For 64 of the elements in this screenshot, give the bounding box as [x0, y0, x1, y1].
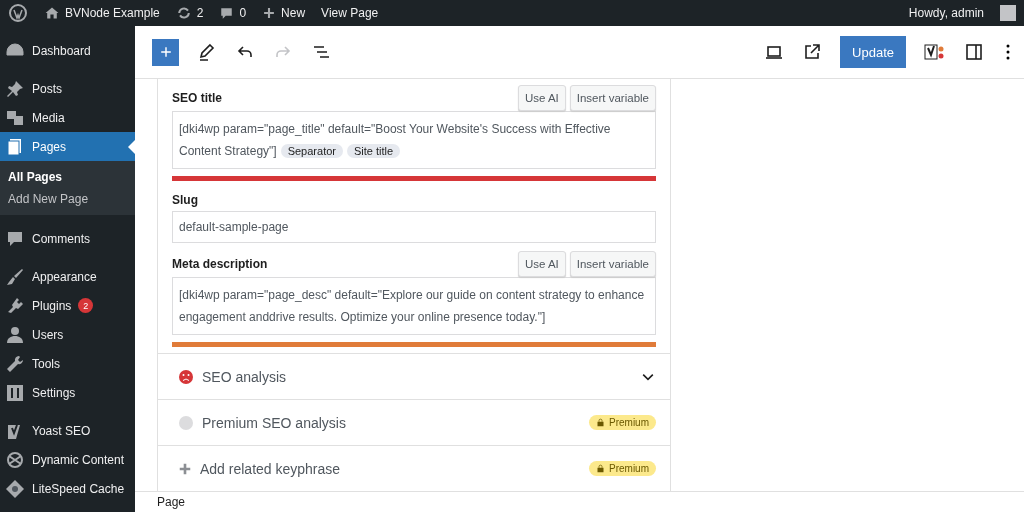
- sidebar-item[interactable]: Pages: [0, 132, 135, 161]
- refresh-icon: [175, 5, 192, 21]
- field-button[interactable]: Insert variable: [569, 251, 656, 277]
- slug-field[interactable]: default-sample-page: [172, 211, 656, 243]
- lock-icon: [596, 464, 605, 473]
- sidebar-item[interactable]: Comments: [0, 224, 135, 253]
- field-button[interactable]: Use AI: [517, 85, 566, 111]
- user-icon: [5, 324, 25, 345]
- collapsible-section[interactable]: SEO analysis: [158, 353, 670, 399]
- account-link[interactable]: Howdy, admin: [908, 6, 984, 20]
- count-badge: 2: [78, 298, 94, 313]
- field-label: Slug: [172, 192, 198, 209]
- field-button[interactable]: Use AI: [517, 251, 566, 277]
- new-link[interactable]: New: [262, 6, 306, 20]
- sidebar-item[interactable]: Media: [0, 103, 135, 132]
- field-button[interactable]: Insert variable: [569, 85, 656, 111]
- lock-icon: [596, 418, 605, 427]
- plus-icon: [262, 6, 277, 20]
- sidebar-item[interactable]: LiteSpeed Cache: [0, 474, 135, 503]
- sidebar-toggle-icon: [964, 42, 984, 62]
- external-link-icon: [802, 42, 823, 62]
- comments-link[interactable]: 0: [219, 5, 247, 21]
- sidebar-item[interactable]: Posts: [0, 74, 135, 103]
- collapsible-section[interactable]: Add related keyphrase Premium: [158, 445, 670, 491]
- sidebar-item[interactable]: Settings: [0, 378, 135, 407]
- sliders-icon: [5, 382, 25, 403]
- plus-icon: [178, 461, 192, 476]
- field-label: SEO title: [172, 90, 222, 107]
- avatar-icon: [1000, 5, 1016, 21]
- sad-face-icon: [178, 368, 194, 385]
- add-block-button[interactable]: [152, 38, 179, 66]
- sidebar-item[interactable]: Tools: [0, 349, 135, 378]
- sidebar-item[interactable]: Plugins 2: [0, 291, 135, 320]
- text-field[interactable]: [dki4wp param="page_title" default="Boost Your Website's Success with Effective Content Strategy"] Separator Site title: [172, 111, 656, 169]
- section-title: Premium SEO analysis: [202, 414, 346, 431]
- diamond-icon: [5, 478, 25, 499]
- premium-badge: Premium: [589, 415, 656, 430]
- updates-link[interactable]: 2: [175, 5, 204, 21]
- sidebar-item[interactable]: Yoast SEO: [0, 416, 135, 445]
- sidebar-item[interactable]: Users: [0, 320, 135, 349]
- circle-icon: [178, 414, 194, 431]
- y-logo-icon: [924, 42, 946, 62]
- breadcrumb: Page: [135, 491, 1024, 512]
- brush-icon: [5, 266, 25, 287]
- wordpress-logo-icon: [8, 3, 28, 23]
- field-label: Meta description: [172, 256, 268, 273]
- collapsible-section[interactable]: Premium SEO analysis Premium: [158, 399, 670, 445]
- submenu-item[interactable]: All Pages: [0, 166, 135, 188]
- view-page-link[interactable]: View Page: [321, 6, 379, 20]
- section-title: Add related keyphrase: [200, 460, 341, 477]
- pencil-icon: [197, 42, 217, 62]
- house-icon: [44, 5, 60, 21]
- speech-bubble-icon: [219, 5, 235, 21]
- wrench-icon: [5, 353, 25, 374]
- text-field[interactable]: [dki4wp param="page_desc" default="Explore our guide on content strategy to enhance engagement anddrive results. Optimize your online presence today."]: [172, 277, 656, 335]
- site-link[interactable]: BVNode Example: [44, 5, 160, 21]
- submenu-item[interactable]: Add New Page: [0, 188, 135, 210]
- sidebar-item[interactable]: Dynamic Content: [0, 445, 135, 474]
- sidebar-item[interactable]: Dashboard: [0, 36, 135, 65]
- update-button[interactable]: Update: [840, 36, 906, 68]
- sidebar-item[interactable]: Appearance: [0, 262, 135, 291]
- premium-badge: Premium: [589, 461, 656, 476]
- section-title: SEO analysis: [202, 368, 287, 385]
- pin-icon: [5, 78, 25, 99]
